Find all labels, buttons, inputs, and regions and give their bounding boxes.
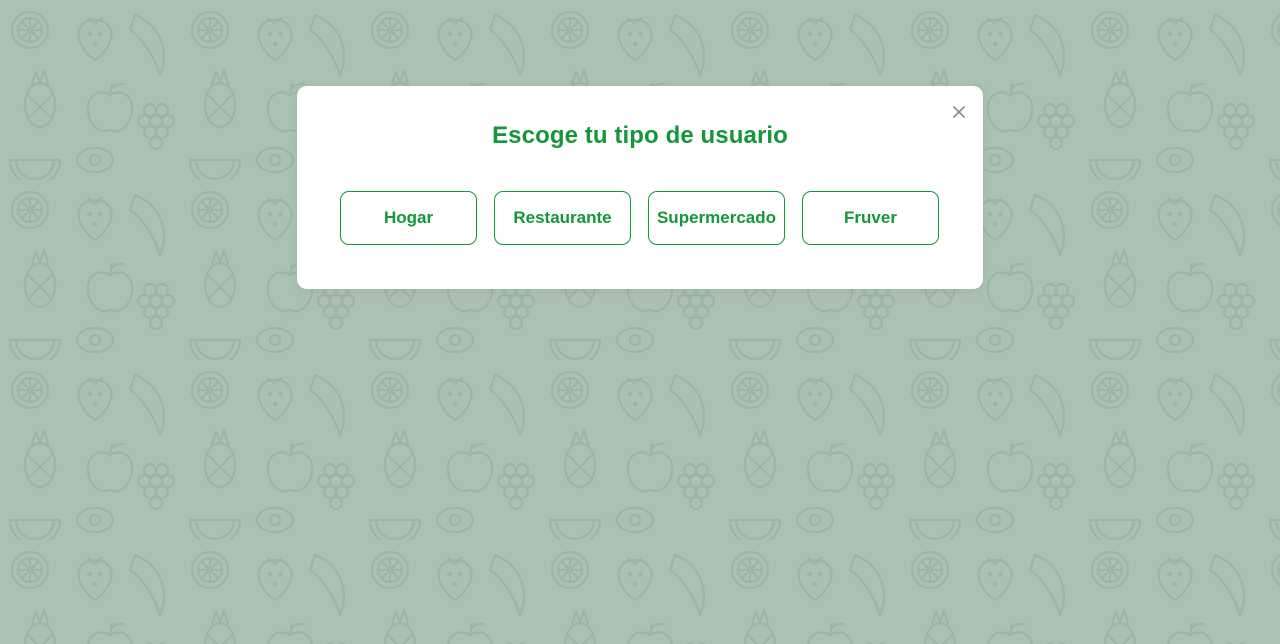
restaurante-button[interactable]: Restaurante xyxy=(494,191,631,245)
modal-title: Escoge tu tipo de usuario xyxy=(492,122,788,149)
fruver-button[interactable]: Fruver xyxy=(802,191,939,245)
user-type-modal: Escoge tu tipo de usuario Hogar Restaura… xyxy=(297,86,983,289)
user-type-options: Hogar Restaurante Supermercado Fruver xyxy=(340,191,939,245)
close-button[interactable] xyxy=(947,100,971,124)
close-icon xyxy=(953,106,965,118)
supermercado-button[interactable]: Supermercado xyxy=(648,191,785,245)
hogar-button[interactable]: Hogar xyxy=(340,191,477,245)
